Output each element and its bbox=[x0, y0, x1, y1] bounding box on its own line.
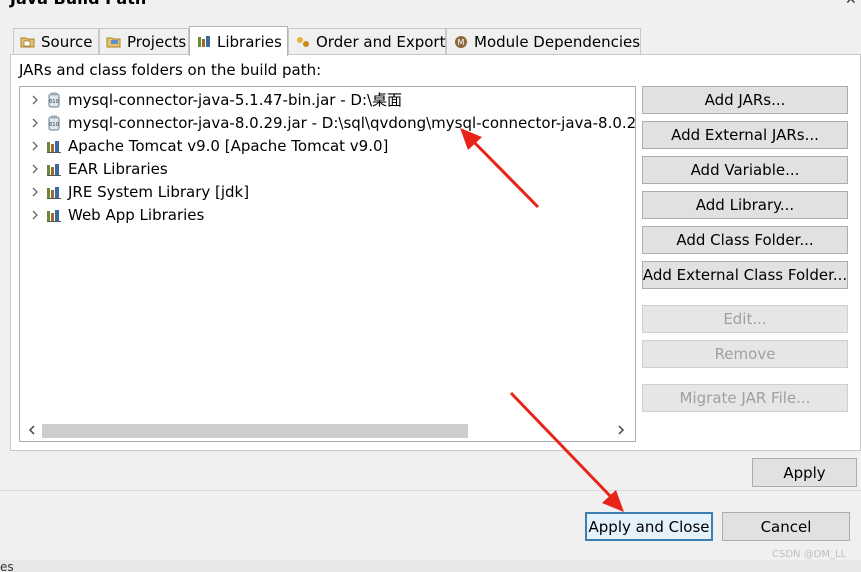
svg-text:M: M bbox=[458, 38, 465, 47]
projects-icon bbox=[106, 34, 122, 50]
add-external-jars-button[interactable]: Add External JARs... bbox=[642, 121, 848, 149]
tree-item-ear[interactable]: EAR Libraries bbox=[20, 157, 168, 180]
tab-label: Module Dependencies bbox=[474, 33, 641, 51]
page-title: Java Build Path bbox=[10, 0, 146, 8]
scroll-right-icon[interactable] bbox=[611, 419, 631, 441]
add-class-folder-button[interactable]: Add Class Folder... bbox=[642, 226, 848, 254]
tree-item-mysql-5[interactable]: 010 mysql-connector-java-5.1.47-bin.jar … bbox=[20, 88, 402, 111]
tab-order-export[interactable]: Order and Export bbox=[288, 28, 446, 55]
tab-projects[interactable]: Projects bbox=[99, 28, 189, 55]
library-icon bbox=[46, 184, 62, 200]
taskbar-strip bbox=[0, 560, 861, 572]
migrate-jar-button[interactable]: Migrate JAR File... bbox=[642, 384, 848, 412]
add-jars-button[interactable]: Add JARs... bbox=[642, 86, 848, 114]
add-external-class-folder-button[interactable]: Add External Class Folder... bbox=[642, 261, 848, 289]
tree-item-mysql-8[interactable]: 010 mysql-connector-java-8.0.29.jar - D:… bbox=[20, 111, 636, 134]
chevron-right-icon[interactable] bbox=[28, 139, 42, 153]
add-variable-button[interactable]: Add Variable... bbox=[642, 156, 848, 184]
scroll-left-icon[interactable] bbox=[22, 419, 42, 441]
module-icon: M bbox=[453, 34, 469, 50]
tree-item-label: EAR Libraries bbox=[68, 159, 168, 178]
tree-item-tomcat[interactable]: Apache Tomcat v9.0 [Apache Tomcat v9.0] bbox=[20, 134, 388, 157]
library-icon bbox=[46, 138, 62, 154]
tab-source[interactable]: Source bbox=[13, 28, 99, 55]
chevron-right-icon[interactable] bbox=[28, 116, 42, 130]
tree-item-label: Web App Libraries bbox=[68, 205, 205, 224]
jar-icon: 010 bbox=[46, 115, 62, 131]
cancel-button[interactable]: Cancel bbox=[722, 512, 850, 541]
tree-item-jre[interactable]: JRE System Library [jdk] bbox=[20, 180, 249, 203]
tree-item-label: mysql-connector-java-8.0.29.jar - D:\sql… bbox=[68, 113, 636, 132]
add-library-button[interactable]: Add Library... bbox=[642, 191, 848, 219]
chevron-right-icon[interactable] bbox=[28, 93, 42, 107]
edit-button[interactable]: Edit... bbox=[642, 305, 848, 333]
apply-and-close-button[interactable]: Apply and Close bbox=[585, 512, 713, 541]
remove-button[interactable]: Remove bbox=[642, 340, 848, 368]
scrollbar-thumb[interactable] bbox=[42, 424, 468, 438]
watermark: CSDN @DM_LL bbox=[772, 549, 847, 560]
jar-icon: 010 bbox=[46, 92, 62, 108]
build-path-tree[interactable]: 010 mysql-connector-java-5.1.47-bin.jar … bbox=[19, 86, 636, 442]
svg-text:010: 010 bbox=[49, 99, 59, 105]
tab-libraries[interactable]: Libraries bbox=[189, 26, 288, 56]
tree-item-label: JRE System Library [jdk] bbox=[68, 182, 250, 201]
apply-button[interactable]: Apply bbox=[752, 458, 857, 487]
horizontal-scrollbar[interactable] bbox=[20, 419, 635, 441]
chevron-right-icon[interactable] bbox=[28, 208, 42, 222]
tab-label: Libraries bbox=[217, 32, 282, 51]
svg-text:010: 010 bbox=[49, 122, 59, 128]
library-icon bbox=[46, 207, 62, 223]
chevron-right-icon[interactable] bbox=[28, 185, 42, 199]
tab-bar: Source Projects Libraries Order and Expo… bbox=[10, 26, 861, 56]
separator bbox=[0, 490, 861, 491]
panel-heading: JARs and class folders on the build path… bbox=[19, 61, 322, 79]
tree-item-label: Apache Tomcat v9.0 [Apache Tomcat v9.0] bbox=[68, 136, 389, 155]
source-folder-icon bbox=[20, 34, 36, 50]
chevron-right-icon[interactable] bbox=[28, 162, 42, 176]
tab-label: Order and Export bbox=[316, 33, 446, 51]
order-export-icon bbox=[295, 34, 311, 50]
tree-item-label: mysql-connector-java-5.1.47-bin.jar - D:… bbox=[68, 91, 403, 109]
libraries-icon bbox=[196, 34, 212, 50]
close-icon[interactable]: ✕ bbox=[845, 0, 857, 8]
tree-item-webapp[interactable]: Web App Libraries bbox=[20, 203, 204, 226]
tab-module-dependencies[interactable]: M Module Dependencies bbox=[446, 28, 641, 55]
tab-label: Projects bbox=[127, 33, 187, 51]
bottom-text: es bbox=[0, 560, 14, 572]
tab-label: Source bbox=[41, 33, 93, 51]
library-icon bbox=[46, 161, 62, 177]
